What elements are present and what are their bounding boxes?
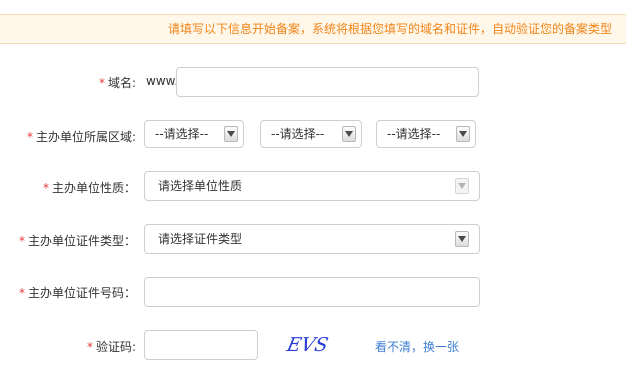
city-select-value: --请选择-- [271,127,325,141]
chevron-down-icon [224,126,238,142]
district-select[interactable]: --请选择-- [376,120,476,148]
required-mark: * [86,340,93,354]
chevron-down-icon [456,126,470,142]
captcha-label: * 验证码: [86,340,136,354]
required-mark: * [98,76,105,90]
unit-nature-select-value: 请选择单位性质 [158,179,243,193]
chevron-down-icon [455,178,469,194]
cert-type-label: * 主办单位证件类型： [18,234,136,248]
province-select-value: --请选择-- [155,127,209,141]
unit-nature-select[interactable]: 请选择单位性质 [144,171,480,201]
domain-input[interactable] [176,67,479,97]
cert-number-label: * 主办单位证件号码： [18,286,136,300]
notice-text: 请填写以下信息开始备案，系统将根据您填写的域名和证件，自动验证您的备案类型 [167,22,612,36]
required-mark: * [26,130,33,144]
domain-prefix: www. [146,74,179,88]
chevron-down-icon [342,126,356,142]
required-mark: * [18,286,25,300]
required-mark: * [18,234,25,248]
captcha-image[interactable]: EVS [284,332,332,356]
unit-nature-label: * 主办单位性质： [42,181,136,195]
province-select[interactable]: --请选择-- [144,120,244,148]
city-select[interactable]: --请选择-- [260,120,362,148]
chevron-down-icon [455,231,469,247]
captcha-image-text: EVS [284,333,330,356]
district-select-value: --请选择-- [387,127,441,141]
cert-number-input[interactable] [144,277,480,307]
cert-type-select[interactable]: 请选择证件类型 [144,224,480,254]
refresh-captcha-link[interactable]: 看不清，换一张 [375,338,459,355]
domain-label: * 域名: [98,76,136,90]
required-mark: * [42,181,49,195]
region-label: * 主办单位所属区域: [26,130,136,144]
notice-banner: 请填写以下信息开始备案，系统将根据您填写的域名和证件，自动验证您的备案类型 [0,14,626,44]
cert-type-select-value: 请选择证件类型 [158,232,243,246]
captcha-input[interactable] [144,330,258,360]
